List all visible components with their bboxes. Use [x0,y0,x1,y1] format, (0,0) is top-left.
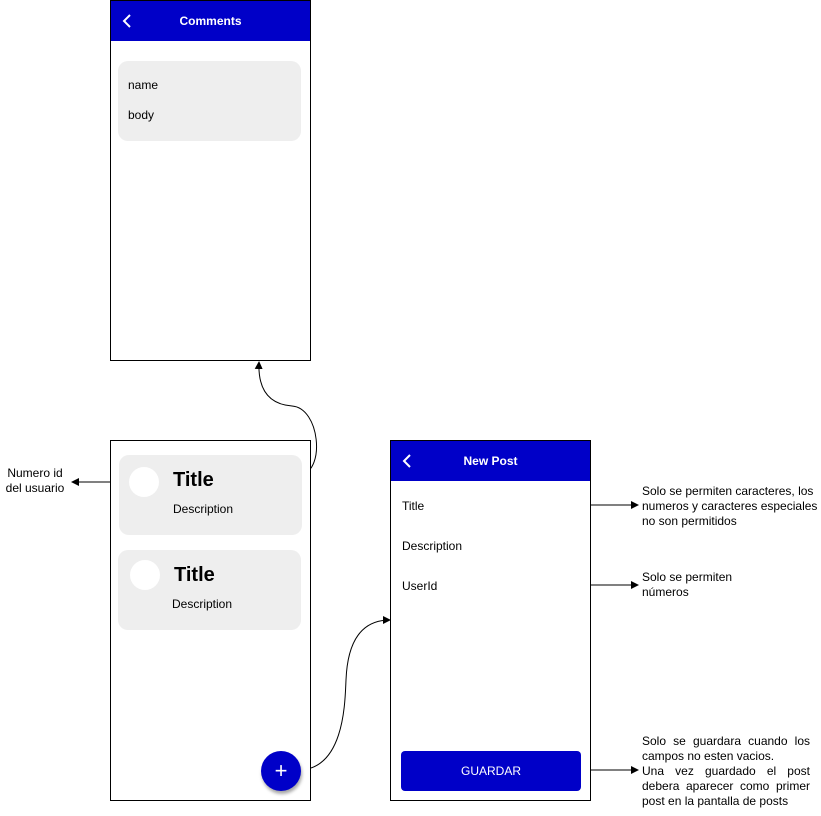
post-card-title: Title [174,564,215,586]
avatar[interactable] [130,560,160,590]
arrow-fab-to-new-post [299,616,391,771]
add-post-button[interactable]: + [261,751,301,791]
comment-body: body [128,108,155,122]
save-rule-line: Solo se guardara cuando los [642,734,810,748]
comments-screen: Comments name body [110,0,311,361]
comments-title: Comments [179,14,242,28]
userid-note-line: del usuario [5,481,65,495]
comment-card: name body [118,61,301,141]
new-post-topbar: New Post [391,441,590,481]
posts-screen: Title Description Title Description + [110,440,311,801]
save-rule-line: campos no esten vacios. [642,749,775,763]
save-rule-line: post en la pantalla de posts [642,794,789,808]
userid-rule-line: números [642,585,689,599]
title-field[interactable]: Title [402,499,424,513]
new-post-screen: New Post Title Description UserId GUARDA… [390,440,591,801]
save-rule-line: Una vez guardado el post [642,764,810,778]
title-rule-note: Solo se permiten caracteres, los numeros… [642,484,820,529]
title-rule-line: Solo se permiten caracteres, los [642,484,814,498]
post-card-description: Description [173,502,234,516]
post-card-title: Title [173,469,214,491]
comments-topbar: Comments [111,1,310,41]
save-rule-note: Solo se guardara cuando los campos no es… [642,734,810,809]
save-button[interactable]: GUARDAR [401,751,581,791]
userid-field[interactable]: UserId [402,579,437,593]
post-card-description: Description [172,597,233,611]
userid-rule-note: Solo se permiten números [642,570,812,600]
avatar[interactable] [129,467,159,497]
title-rule-line: no son permitidos [642,514,737,528]
save-rule-line: debera aparecer como primer [642,779,810,793]
post-card[interactable]: Title Description [118,550,301,630]
userid-note: Numero id del usuario [0,466,70,496]
description-field[interactable]: Description [402,539,462,553]
title-rule-line: numeros y caracteres especiales [642,499,818,513]
plus-icon: + [274,758,288,783]
comment-name: name [128,78,159,92]
chevron-left-icon[interactable] [399,452,417,470]
post-card[interactable]: Title Description [119,455,302,535]
userid-note-line: Numero id [7,466,63,480]
userid-rule-line: Solo se permiten [642,570,733,584]
new-post-title: New Post [463,454,518,468]
save-button-label: GUARDAR [460,764,521,778]
chevron-left-icon[interactable] [119,12,137,30]
